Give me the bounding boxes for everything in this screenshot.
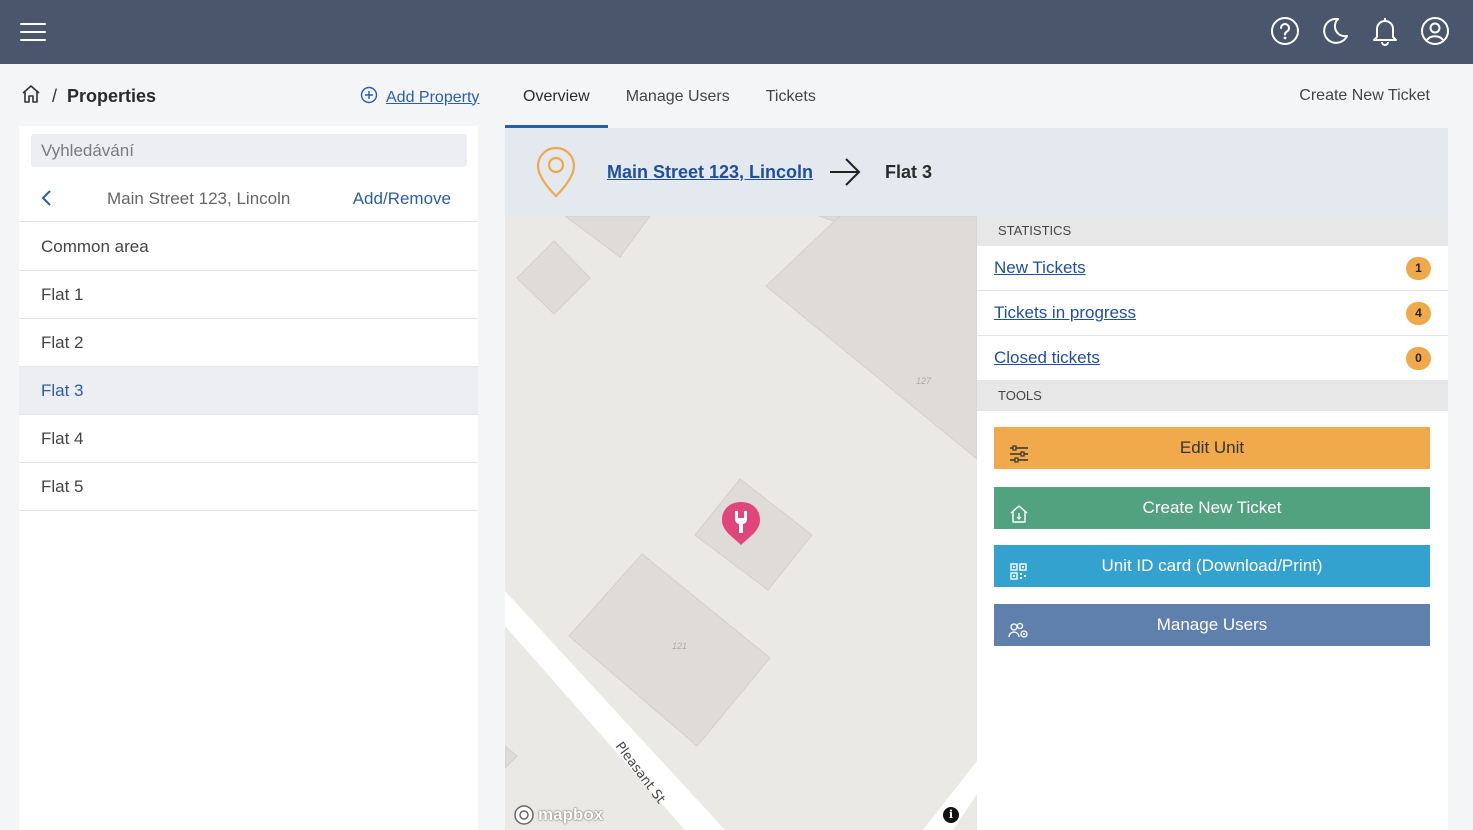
search-input[interactable] xyxy=(31,134,467,167)
create-new-ticket-link[interactable]: Create New Ticket xyxy=(1299,87,1430,105)
tab-overview[interactable]: Overview xyxy=(505,68,608,128)
unit-item-flat-4[interactable]: Flat 4 xyxy=(19,415,478,463)
property-address: Main Street 123, Lincoln xyxy=(107,189,291,208)
breadcrumb-separator: / xyxy=(52,85,58,106)
tab-bar: Overview Manage Users Tickets xyxy=(505,68,834,128)
unit-header: Main Street 123, Lincoln Flat 3 xyxy=(505,128,1448,216)
edit-unit-label: Edit Unit xyxy=(1179,438,1245,457)
create-ticket-label: Create New Ticket xyxy=(1142,498,1282,517)
menu-icon[interactable] xyxy=(18,17,48,47)
mapbox-label: mapbox xyxy=(538,805,604,824)
qr-code-icon xyxy=(1008,556,1030,580)
tickets-in-progress-link[interactable]: Tickets in progress xyxy=(994,303,1136,323)
property-link[interactable]: Main Street 123, Lincoln xyxy=(607,162,813,183)
moon-icon[interactable] xyxy=(1319,14,1351,48)
user-icon[interactable] xyxy=(1419,14,1451,48)
users-gear-icon xyxy=(1008,615,1030,638)
unit-overview-card: Main Street 123, Lincoln Flat 3 Pleasant… xyxy=(505,128,1448,830)
breadcrumb: / Properties xyxy=(20,82,156,110)
create-ticket-button[interactable]: Create New Ticket xyxy=(994,487,1430,529)
chevron-left-icon[interactable] xyxy=(37,188,57,208)
help-icon[interactable] xyxy=(1269,14,1301,48)
manage-users-label: Manage Users xyxy=(1156,615,1268,634)
map-house-number-127: 127 xyxy=(916,376,932,386)
edit-unit-button[interactable]: Edit Unit xyxy=(994,427,1430,469)
bell-icon[interactable] xyxy=(1369,14,1401,48)
tools-heading: TOOLS xyxy=(977,381,1448,411)
unit-item-common-area[interactable]: Common area xyxy=(19,223,478,271)
add-property-link[interactable]: Add Property xyxy=(360,86,479,109)
map-info-icon[interactable]: i xyxy=(943,807,959,823)
unit-item-flat-5[interactable]: Flat 5 xyxy=(19,463,478,511)
unit-item-flat-3[interactable]: Flat 3 xyxy=(19,367,478,415)
tab-tickets[interactable]: Tickets xyxy=(748,68,834,128)
unit-item-flat-1[interactable]: Flat 1 xyxy=(19,271,478,319)
stat-row-in-progress: Tickets in progress 4 xyxy=(977,291,1448,336)
plus-circle-icon xyxy=(360,86,378,109)
unit-sidebar: STATISTICS New Tickets 1 Tickets in prog… xyxy=(977,216,1448,830)
home-icon[interactable] xyxy=(20,83,42,110)
closed-tickets-link[interactable]: Closed tickets xyxy=(994,348,1100,368)
mapbox-logo: mapbox xyxy=(513,804,603,826)
stat-row-closed: Closed tickets 0 xyxy=(977,336,1448,381)
new-tickets-link[interactable]: New Tickets xyxy=(994,258,1086,278)
map[interactable]: Pleasant St 127 121 mapbox i xyxy=(505,216,977,830)
top-icons xyxy=(1269,14,1451,48)
sliders-icon xyxy=(1008,438,1030,463)
units-panel: Main Street 123, Lincoln Add/Remove Comm… xyxy=(19,126,478,830)
unit-id-card-button[interactable]: Unit ID card (Download/Print) xyxy=(994,545,1430,587)
unit-list: Common area Flat 1 Flat 2 Flat 3 Flat 4 … xyxy=(19,223,478,511)
unit-item-flat-2[interactable]: Flat 2 xyxy=(19,319,478,367)
top-bar xyxy=(0,0,1473,64)
arrow-right-icon xyxy=(828,156,862,193)
new-tickets-count-badge: 1 xyxy=(1406,257,1431,280)
closed-count-badge: 0 xyxy=(1406,347,1431,370)
statistics-heading: STATISTICS xyxy=(977,216,1448,246)
tab-manage-users[interactable]: Manage Users xyxy=(608,68,748,128)
unit-id-card-label: Unit ID card (Download/Print) xyxy=(1101,556,1323,575)
page-title: Properties xyxy=(67,85,157,106)
add-property-label: Add Property xyxy=(386,88,480,106)
add-remove-button[interactable]: Add/Remove xyxy=(353,189,451,209)
unit-name: Flat 3 xyxy=(885,162,933,182)
in-progress-count-badge: 4 xyxy=(1406,302,1431,325)
wrench-marker-icon[interactable] xyxy=(719,499,763,552)
property-nav-row: Main Street 123, Lincoln Add/Remove xyxy=(19,176,478,222)
location-pin-icon xyxy=(535,145,577,204)
tools-section: Edit Unit Create New Ticket Unit ID card… xyxy=(977,411,1448,671)
house-icon xyxy=(1008,498,1030,523)
stat-row-new-tickets: New Tickets 1 xyxy=(977,246,1448,291)
map-house-number-121: 121 xyxy=(672,641,687,651)
manage-users-button[interactable]: Manage Users xyxy=(994,604,1430,646)
